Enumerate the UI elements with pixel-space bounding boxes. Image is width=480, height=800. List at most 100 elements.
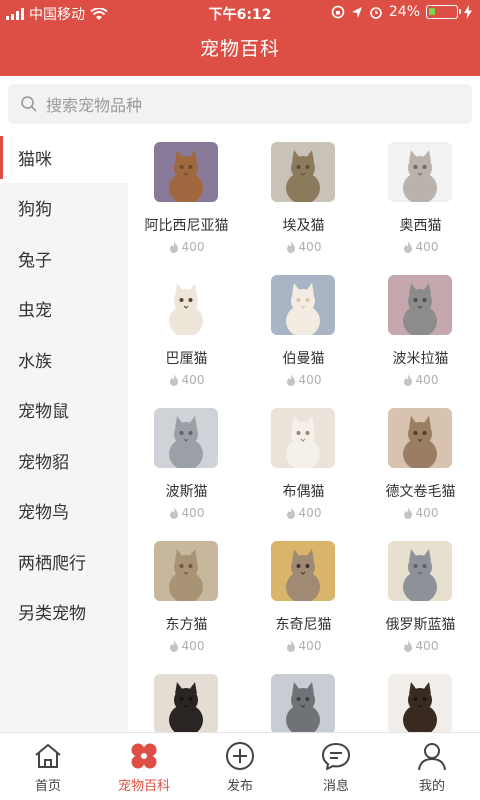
sidebar-item-rodents[interactable]: 宠物鼠: [0, 385, 128, 436]
breed-card[interactable]: 波米拉猫 400: [362, 265, 479, 398]
flame-icon: [403, 640, 412, 652]
breed-photo: [388, 674, 452, 732]
cat-image-icon: [154, 408, 218, 468]
cat-image-icon: [388, 275, 452, 335]
flame-icon: [169, 241, 178, 253]
breed-card[interactable]: 德文卷毛猫 400: [362, 398, 479, 531]
view-count-value: 400: [181, 639, 205, 653]
sidebar-item-dogs[interactable]: 狗狗: [0, 183, 128, 234]
flame-icon: [403, 507, 412, 519]
sidebar-item-aquatic[interactable]: 水族: [0, 334, 128, 385]
view-count-value: 400: [298, 373, 322, 387]
breed-card[interactable]: 波斯猫 400: [128, 398, 245, 531]
sidebar-item-ferrets[interactable]: 宠物貂: [0, 435, 128, 486]
sidebar-item-label: 兔子: [18, 250, 52, 271]
user-icon: [418, 743, 446, 771]
location-icon: [351, 6, 362, 18]
sidebar-item-reptiles[interactable]: 两栖爬行: [0, 536, 128, 587]
tab-encyclopedia[interactable]: 宠物百科: [96, 733, 192, 800]
breed-card[interactable]: 俄罗斯蓝猫 400: [362, 531, 479, 664]
view-count-value: 400: [181, 506, 205, 520]
flame-icon: [403, 374, 412, 386]
cat-image-icon: [271, 541, 335, 601]
top-bar: 中国移动 下午6:12 24% 宠物百科: [0, 0, 480, 76]
view-count-value: 400: [181, 373, 205, 387]
breed-name: 埃及猫: [282, 218, 325, 234]
breed-photo: [388, 142, 452, 202]
status-bar: 中国移动 下午6:12 24%: [0, 0, 480, 24]
cat-image-icon: [271, 275, 335, 335]
home-icon: [35, 744, 61, 768]
view-count-value: 400: [298, 506, 322, 520]
flame-icon: [286, 241, 295, 253]
cat-image-icon: [154, 674, 218, 732]
breed-photo: [388, 275, 452, 335]
view-count: 400: [245, 240, 362, 254]
flame-icon: [169, 507, 178, 519]
search-input[interactable]: 搜索宠物品种: [8, 84, 472, 124]
flame-icon: [169, 374, 178, 386]
breed-photo: [154, 674, 218, 732]
flame-icon: [286, 374, 295, 386]
breed-card[interactable]: [128, 664, 245, 732]
breed-grid: 阿比西尼亚猫 400 埃及猫 400 奥西猫 400 巴厘猫 400 伯曼猫 400 波米拉猫 400…: [128, 132, 480, 732]
sidebar-item-insects[interactable]: 虫宠: [0, 284, 128, 335]
tab-profile[interactable]: 我的: [384, 733, 480, 800]
tab-home[interactable]: 首页: [0, 733, 96, 800]
breed-photo: [388, 541, 452, 601]
sidebar-item-birds[interactable]: 宠物鸟: [0, 486, 128, 537]
view-count-value: 400: [415, 373, 439, 387]
tab-label: 宠物百科: [117, 779, 170, 794]
breed-card[interactable]: 布偶猫 400: [245, 398, 362, 531]
sidebar-item-label: 水族: [18, 351, 52, 372]
view-count: 400: [128, 639, 245, 653]
battery-icon: [426, 5, 461, 19]
view-count-value: 400: [415, 639, 439, 653]
sidebar-item-cats[interactable]: 猫咪: [0, 132, 128, 183]
breed-card[interactable]: 东方猫 400: [128, 531, 245, 664]
cat-image-icon: [271, 674, 335, 732]
breed-card[interactable]: 东奇尼猫 400: [245, 531, 362, 664]
view-count: 400: [128, 373, 245, 387]
category-sidebar: 猫咪 狗狗 兔子 虫宠 水族 宠物鼠 宠物貂 宠物鸟 两栖爬行 另类宠物: [0, 132, 128, 732]
sidebar-item-rabbits[interactable]: 兔子: [0, 233, 128, 284]
tab-messages[interactable]: 消息: [288, 733, 384, 800]
breed-name: 布偶猫: [282, 484, 325, 500]
breed-card[interactable]: 巴厘猫 400: [128, 265, 245, 398]
view-count: 400: [362, 639, 479, 653]
flame-icon: [286, 640, 295, 652]
charging-icon: [464, 5, 472, 19]
view-count: 400: [362, 506, 479, 520]
page-title: 宠物百科: [199, 38, 280, 60]
breed-photo: [154, 142, 218, 202]
breed-name: 波米拉猫: [392, 351, 449, 367]
view-count: 400: [245, 506, 362, 520]
sidebar-item-other[interactable]: 另类宠物: [0, 587, 128, 638]
view-count: 400: [128, 240, 245, 254]
breed-name: 伯曼猫: [282, 351, 325, 367]
breed-photo: [388, 408, 452, 468]
battery-percent: 24%: [388, 4, 420, 20]
view-count-value: 400: [181, 240, 205, 254]
breed-card[interactable]: 阿比西尼亚猫 400: [128, 132, 245, 265]
search-placeholder: 搜索宠物品种: [46, 96, 143, 115]
cat-image-icon: [271, 408, 335, 468]
breed-card[interactable]: 埃及猫 400: [245, 132, 362, 265]
tab-label: 消息: [322, 779, 349, 794]
tab-label: 首页: [34, 779, 61, 794]
breed-name: 巴厘猫: [165, 351, 208, 367]
cat-image-icon: [388, 674, 452, 732]
breed-card[interactable]: 伯曼猫 400: [245, 265, 362, 398]
cat-image-icon: [388, 408, 452, 468]
sidebar-item-label: 虫宠: [18, 301, 52, 322]
view-count: 400: [245, 373, 362, 387]
breed-photo: [271, 142, 335, 202]
flame-icon: [286, 507, 295, 519]
tab-publish[interactable]: 发布: [192, 733, 288, 800]
breed-card[interactable]: [245, 664, 362, 732]
view-count-value: 400: [415, 240, 439, 254]
view-count: 400: [245, 639, 362, 653]
breed-name: 东奇尼猫: [275, 617, 332, 633]
breed-card[interactable]: [362, 664, 479, 732]
breed-card[interactable]: 奥西猫 400: [362, 132, 479, 265]
